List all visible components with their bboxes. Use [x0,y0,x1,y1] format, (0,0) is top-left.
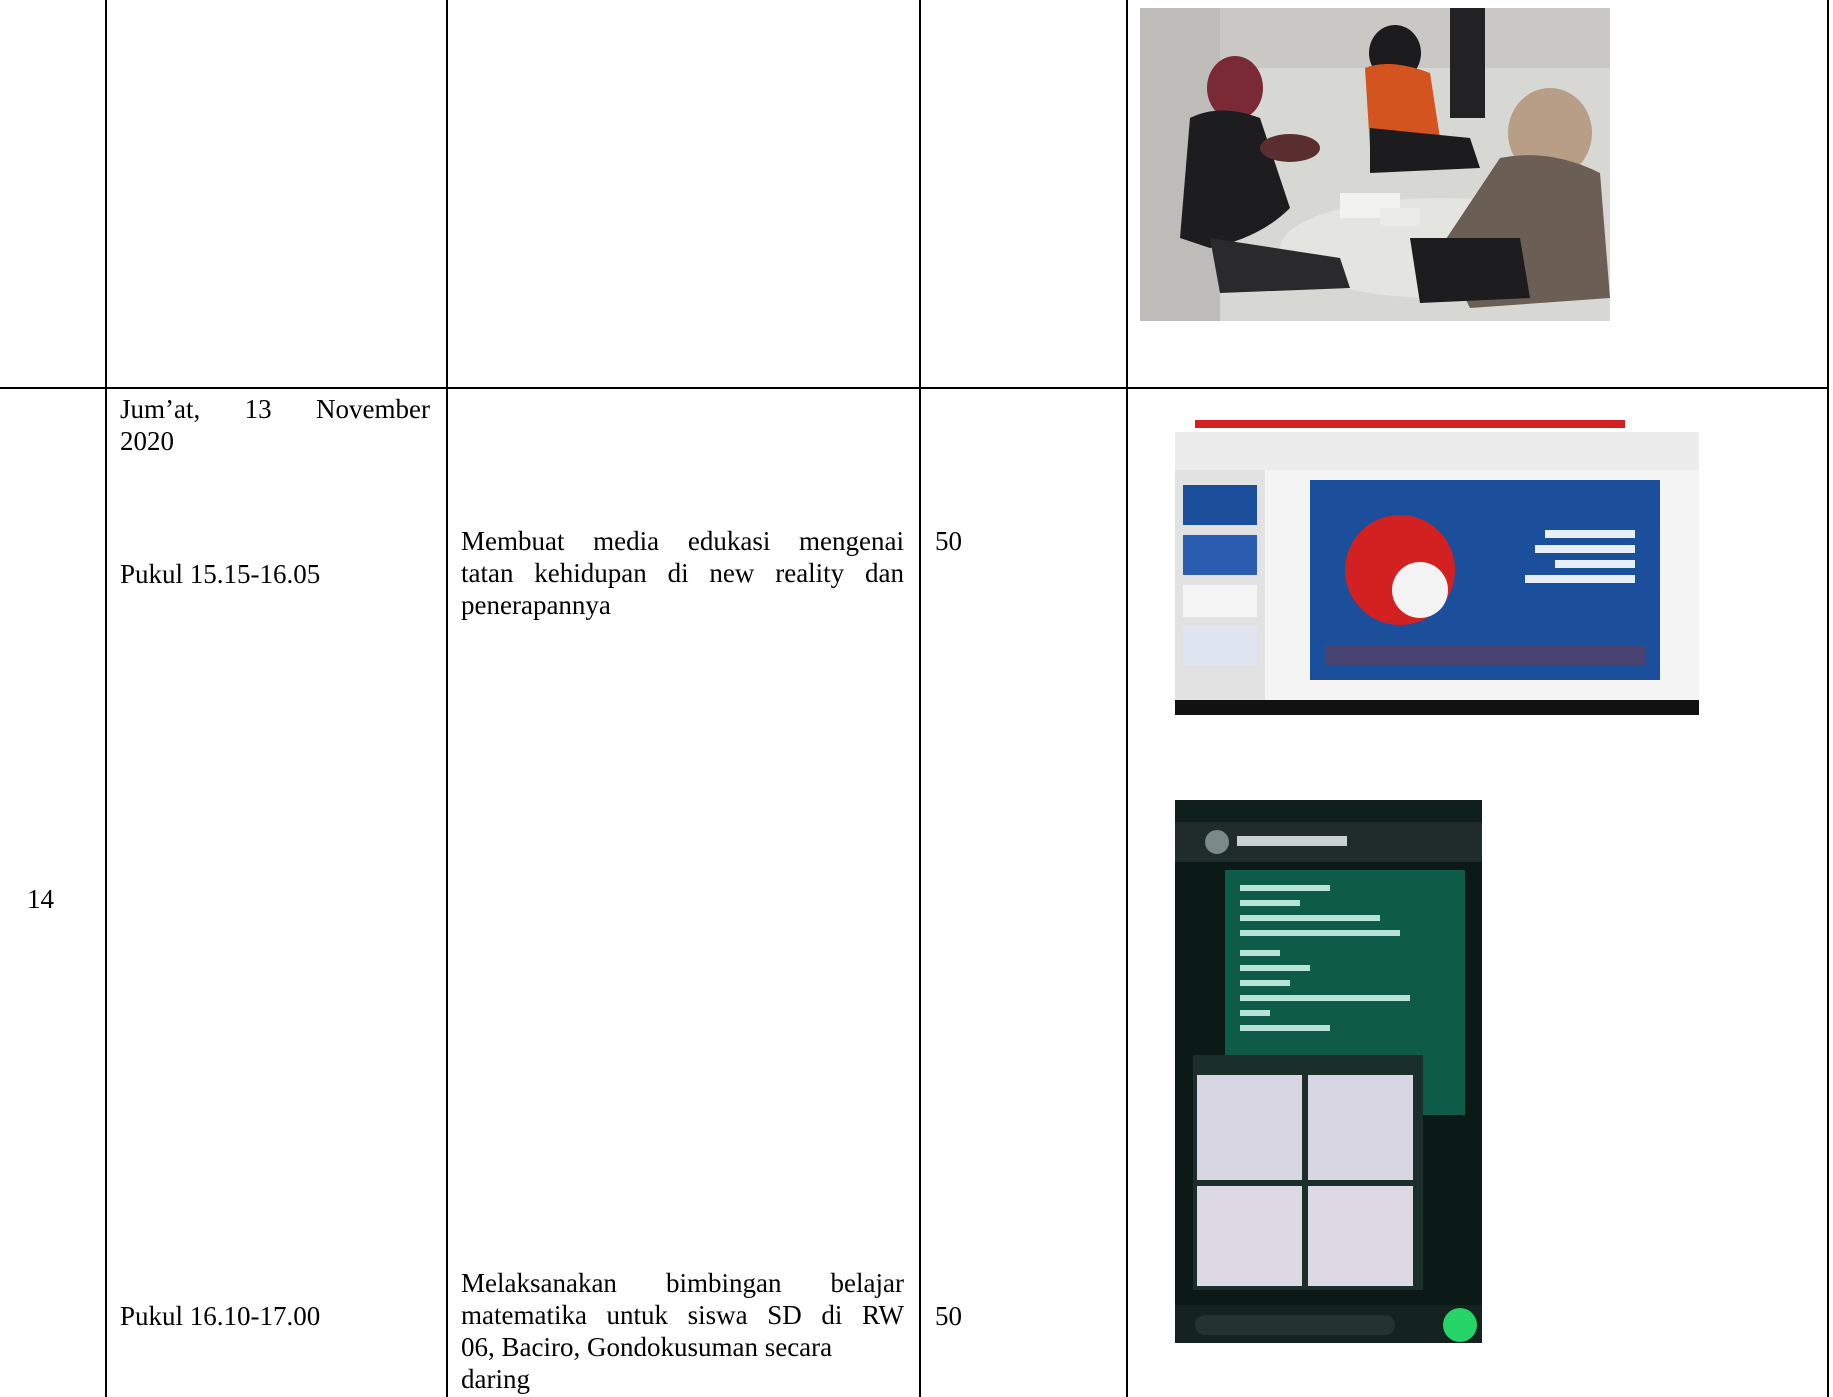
activity-1-desc-line2: tatan kehidupan di new reality dan [461,558,904,588]
activity-date-line2: 2020 [120,426,174,456]
screenshot-presentation-slide [1175,420,1699,715]
activity-1-description: Membuat media edukasi mengenai tatan keh… [461,525,904,621]
whatsapp-screenshot-image [1175,800,1482,1343]
date-number: 13 [244,394,272,424]
table-border-left [105,0,107,1397]
activity-1-duration: 50 [935,526,962,556]
activity-2-desc-line1: Melaksanakan bimbingan belajar [461,1268,904,1298]
table-border-col4 [1126,0,1128,1397]
table-border-col2 [446,0,448,1397]
students-photo-image [1140,8,1610,321]
activity-2-description: Melaksanakan bimbingan belajar matematik… [461,1267,904,1395]
row-number: 14 [27,884,54,914]
photo-students-studying-on-floor [1140,8,1610,321]
activity-2-time: Pukul 16.10-17.00 [120,1301,321,1331]
activity-2-desc-line3: 06, Baciro, Gondokusuman secara [461,1332,833,1362]
activity-date-line1: Jum’at, 13 November [120,393,430,425]
date-month: November [316,394,430,424]
date-day: Jum’at, [120,394,201,424]
table-border-right [1827,0,1829,1397]
screenshot-whatsapp-chat [1175,800,1482,1343]
activity-1-time: Pukul 15.15-16.05 [120,559,321,589]
presentation-screenshot-image [1175,420,1699,715]
table-border-col3 [919,0,921,1397]
table-row-divider [0,387,1829,389]
activity-2-duration: 50 [935,1301,962,1331]
activity-1-desc-line1: Membuat media edukasi mengenai [461,526,904,556]
activity-2-desc-line4: daring [461,1364,530,1394]
activity-2-desc-line2: matematika untuk siswa SD di RW [461,1300,904,1330]
activity-1-desc-line3: penerapannya [461,590,611,620]
